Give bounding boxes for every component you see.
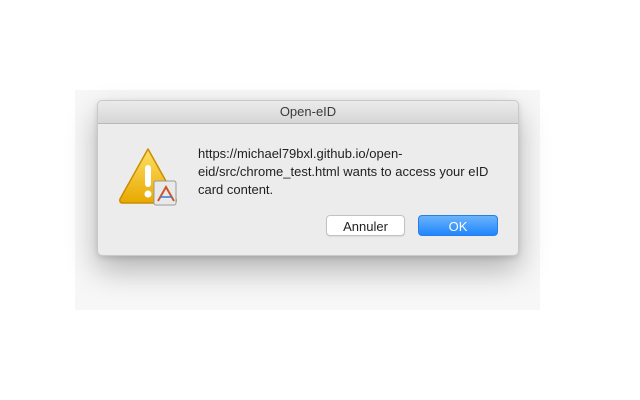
dialog-message: https://michael79bxl.github.io/open-eid/… xyxy=(198,146,489,197)
alert-dialog: Open-eID https://michael79bxl.github.io/… xyxy=(97,100,519,256)
cancel-button[interactable]: Annuler xyxy=(326,215,405,236)
app-badge-icon xyxy=(153,180,177,206)
warning-icon xyxy=(118,145,182,209)
dialog-titlebar: Open-eID xyxy=(98,101,518,124)
ok-button[interactable]: OK xyxy=(418,215,498,236)
dialog-title: Open-eID xyxy=(279,104,337,119)
